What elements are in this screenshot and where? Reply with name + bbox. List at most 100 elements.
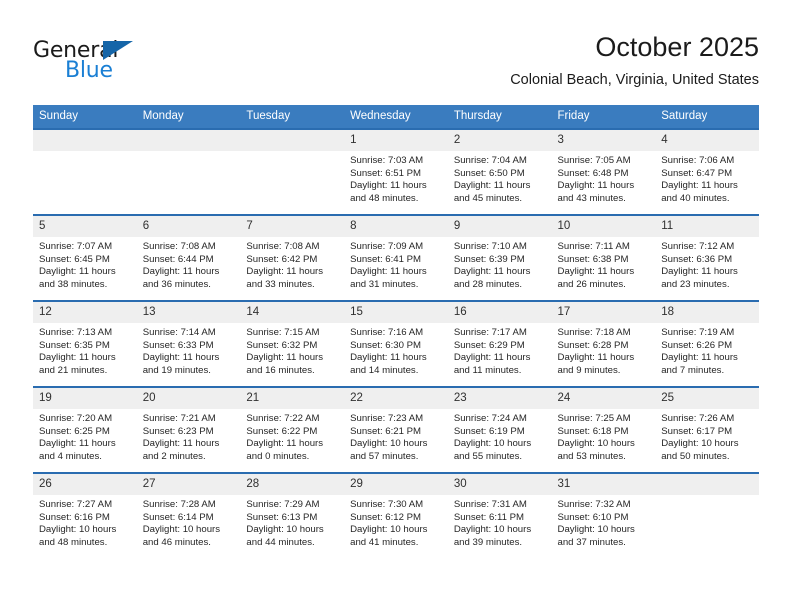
calendar-day-cell[interactable]: 26 Sunrise: 7:27 AM Sunset: 6:16 PM Dayligh… <box>33 472 137 558</box>
day-detail-line: Sunrise: 7:26 AM <box>661 413 735 424</box>
day-detail-line: Sunrise: 7:29 AM <box>246 499 320 510</box>
calendar-day-cell[interactable]: 25 Sunrise: 7:26 AM Sunset: 6:17 PM Dayligh… <box>655 386 759 473</box>
day-detail-line: Sunrise: 7:08 AM <box>246 241 320 252</box>
day-detail-line: Sunset: 6:38 PM <box>557 253 629 265</box>
calendar-day-cell[interactable]: 23 Sunrise: 7:24 AM Sunset: 6:19 PM Dayligh… <box>447 386 552 473</box>
day-detail-line: Sunset: 6:47 PM <box>661 167 733 179</box>
weekday-header-thursday: Thursday <box>447 105 552 129</box>
calendar-week-row: 26 Sunrise: 7:27 AM Sunset: 6:16 PM Dayligh… <box>33 472 759 558</box>
day-details: Sunrise: 7:26 AM Sunset: 6:17 PM Daylight:… <box>655 409 759 463</box>
day-number <box>33 130 137 151</box>
calendar-day-cell[interactable]: 11 Sunrise: 7:12 AM Sunset: 6:36 PM Dayligh… <box>655 214 759 301</box>
calendar-day-cell[interactable]: 28 Sunrise: 7:29 AM Sunset: 6:13 PM Dayligh… <box>240 472 345 558</box>
day-detail-line: Sunset: 6:50 PM <box>453 167 525 179</box>
day-detail-line: Daylight: 10 hours <box>246 524 324 536</box>
day-detail-line: Sunrise: 7:03 AM <box>350 155 424 166</box>
day-detail-line: Sunrise: 7:20 AM <box>39 413 113 424</box>
day-detail-line: and 43 minutes. <box>557 192 626 204</box>
day-detail-line: Sunrise: 7:28 AM <box>142 499 216 510</box>
calendar-day-cell[interactable]: 8 Sunrise: 7:09 AM Sunset: 6:41 PM Daylight… <box>344 214 448 301</box>
day-detail-line: Sunset: 6:28 PM <box>557 339 629 351</box>
day-detail-line: Sunset: 6:29 PM <box>453 339 525 351</box>
generalblue-logo: General Blue <box>33 38 163 84</box>
weekday-header-sunday: Sunday <box>33 105 137 129</box>
day-detail-line: Sunset: 6:19 PM <box>453 425 525 437</box>
weekday-header-row: Sunday Monday Tuesday Wednesday Thursday… <box>33 105 759 129</box>
day-detail-line: Daylight: 11 hours <box>453 180 531 192</box>
day-detail-line: Sunrise: 7:04 AM <box>453 155 527 166</box>
day-detail-line: Sunset: 6:18 PM <box>557 425 629 437</box>
calendar-day-cell[interactable]: 22 Sunrise: 7:23 AM Sunset: 6:21 PM Dayligh… <box>344 386 448 473</box>
day-number: 14 <box>240 302 345 323</box>
calendar-day-cell[interactable]: 24 Sunrise: 7:25 AM Sunset: 6:18 PM Dayligh… <box>551 386 656 473</box>
day-detail-line: Daylight: 11 hours <box>142 266 220 278</box>
calendar-day-cell[interactable]: 1 Sunrise: 7:03 AM Sunset: 6:51 PM Daylight… <box>344 128 448 215</box>
day-detail-line: Daylight: 11 hours <box>142 352 220 364</box>
calendar-day-cell[interactable]: 19 Sunrise: 7:20 AM Sunset: 6:25 PM Dayligh… <box>33 386 137 473</box>
day-detail-line: Sunset: 6:25 PM <box>39 425 110 437</box>
calendar-day-cell[interactable]: 13 Sunrise: 7:14 AM Sunset: 6:33 PM Dayligh… <box>136 300 241 387</box>
day-detail-line: Sunrise: 7:24 AM <box>453 413 527 424</box>
day-detail-line: and 0 minutes. <box>246 450 310 462</box>
day-detail-line: and 53 minutes. <box>557 450 626 462</box>
day-details: Sunrise: 7:04 AM Sunset: 6:50 PM Daylight:… <box>448 151 552 205</box>
day-detail-line: Sunrise: 7:32 AM <box>557 499 631 510</box>
day-detail-line: and 41 minutes. <box>350 536 419 548</box>
calendar-day-cell[interactable]: 17 Sunrise: 7:18 AM Sunset: 6:28 PM Dayligh… <box>551 300 656 387</box>
calendar-day-cell[interactable]: 15 Sunrise: 7:16 AM Sunset: 6:30 PM Dayligh… <box>344 300 448 387</box>
calendar-day-cell[interactable]: 29 Sunrise: 7:30 AM Sunset: 6:12 PM Dayligh… <box>344 472 448 558</box>
calendar-day-cell[interactable]: 2 Sunrise: 7:04 AM Sunset: 6:50 PM Daylight… <box>447 128 552 215</box>
day-details: Sunrise: 7:30 AM Sunset: 6:12 PM Daylight:… <box>344 495 448 549</box>
day-number: 26 <box>33 474 137 495</box>
day-number: 24 <box>551 388 656 409</box>
calendar-day-cell[interactable]: 20 Sunrise: 7:21 AM Sunset: 6:23 PM Dayligh… <box>136 386 241 473</box>
calendar-day-cell[interactable]: 31 Sunrise: 7:32 AM Sunset: 6:10 PM Dayligh… <box>551 472 656 558</box>
day-detail-line: Daylight: 11 hours <box>557 266 635 278</box>
day-detail-line: Sunrise: 7:30 AM <box>350 499 424 510</box>
day-detail-line: and 48 minutes. <box>39 536 108 548</box>
calendar-day-cell[interactable]: 9 Sunrise: 7:10 AM Sunset: 6:39 PM Daylight… <box>447 214 552 301</box>
day-details: Sunrise: 7:16 AM Sunset: 6:30 PM Daylight:… <box>344 323 448 377</box>
day-details: Sunrise: 7:29 AM Sunset: 6:13 PM Daylight:… <box>240 495 344 549</box>
day-detail-line: Sunrise: 7:14 AM <box>142 327 216 338</box>
calendar-day-cell[interactable]: 4 Sunrise: 7:06 AM Sunset: 6:47 PM Daylight… <box>655 128 759 215</box>
calendar-day-cell[interactable]: 18 Sunrise: 7:19 AM Sunset: 6:26 PM Dayligh… <box>655 300 759 387</box>
day-detail-line: Sunrise: 7:31 AM <box>453 499 527 510</box>
day-detail-line: and 14 minutes. <box>350 364 419 376</box>
calendar-day-cell[interactable]: 3 Sunrise: 7:05 AM Sunset: 6:48 PM Daylight… <box>551 128 656 215</box>
day-detail-line: Sunrise: 7:16 AM <box>350 327 424 338</box>
day-detail-line: Sunrise: 7:06 AM <box>661 155 735 166</box>
day-detail-line: Sunrise: 7:17 AM <box>453 327 527 338</box>
calendar-day-cell[interactable]: 21 Sunrise: 7:22 AM Sunset: 6:22 PM Dayligh… <box>240 386 345 473</box>
calendar-day-cell-empty <box>136 128 241 215</box>
day-details: Sunrise: 7:12 AM Sunset: 6:36 PM Daylight:… <box>655 237 759 291</box>
day-number: 27 <box>136 474 241 495</box>
day-detail-line: Sunset: 6:45 PM <box>39 253 110 265</box>
page-title: October 2025 <box>595 32 759 62</box>
day-details: Sunrise: 7:08 AM Sunset: 6:44 PM Daylight:… <box>137 237 241 291</box>
day-detail-line: Daylight: 10 hours <box>557 438 635 450</box>
day-number: 3 <box>551 130 656 151</box>
day-detail-line: Sunset: 6:21 PM <box>350 425 422 437</box>
calendar-day-cell[interactable]: 16 Sunrise: 7:17 AM Sunset: 6:29 PM Dayligh… <box>447 300 552 387</box>
day-detail-line: Sunset: 6:17 PM <box>661 425 733 437</box>
calendar-day-cell[interactable]: 10 Sunrise: 7:11 AM Sunset: 6:38 PM Dayligh… <box>551 214 656 301</box>
calendar-day-cell[interactable]: 6 Sunrise: 7:08 AM Sunset: 6:44 PM Daylight… <box>136 214 241 301</box>
day-number: 17 <box>551 302 656 323</box>
day-detail-line: Daylight: 10 hours <box>39 524 117 536</box>
day-detail-line: and 11 minutes. <box>453 364 522 376</box>
calendar-day-cell[interactable]: 14 Sunrise: 7:15 AM Sunset: 6:32 PM Dayligh… <box>240 300 345 387</box>
calendar-day-cell[interactable]: 12 Sunrise: 7:13 AM Sunset: 6:35 PM Dayligh… <box>33 300 137 387</box>
calendar-day-cell[interactable]: 30 Sunrise: 7:31 AM Sunset: 6:11 PM Dayligh… <box>447 472 552 558</box>
calendar-day-cell[interactable]: 5 Sunrise: 7:07 AM Sunset: 6:45 PM Daylight… <box>33 214 137 301</box>
day-detail-line: Sunrise: 7:13 AM <box>39 327 113 338</box>
day-detail-line: Sunset: 6:22 PM <box>246 425 318 437</box>
day-detail-line: Sunset: 6:39 PM <box>453 253 525 265</box>
title-block: October 2025 Colonial Beach, Virginia, U… <box>510 30 759 89</box>
calendar-day-cell[interactable]: 27 Sunrise: 7:28 AM Sunset: 6:14 PM Dayligh… <box>136 472 241 558</box>
day-number: 12 <box>33 302 137 323</box>
day-details: Sunrise: 7:20 AM Sunset: 6:25 PM Daylight:… <box>33 409 137 463</box>
day-detail-line: Daylight: 10 hours <box>557 524 635 536</box>
day-detail-line: Sunrise: 7:23 AM <box>350 413 424 424</box>
calendar-day-cell[interactable]: 7 Sunrise: 7:08 AM Sunset: 6:42 PM Daylight… <box>240 214 345 301</box>
